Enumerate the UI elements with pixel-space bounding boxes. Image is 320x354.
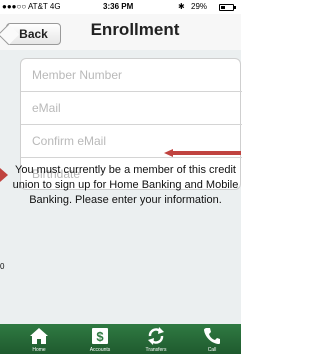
tab-home-label: Home: [32, 347, 46, 353]
edge-fragment: 0: [0, 262, 5, 271]
phone-icon: [204, 328, 220, 344]
dollar-icon: $: [92, 328, 108, 344]
tab-home[interactable]: Home: [14, 324, 64, 354]
battery-percent: 29%: [191, 2, 208, 11]
status-bar: ●●●○○ AT&T 4G 3:36 PM ✱ 29%: [0, 0, 241, 14]
tab-accounts-label: Accounts: [89, 347, 111, 353]
status-time: 3:36 PM: [103, 2, 134, 11]
bluetooth-icon: ✱: [178, 2, 185, 11]
tab-bar: Home $ Accounts Transfers Call: [0, 324, 241, 354]
tab-transfers[interactable]: Transfers: [131, 324, 181, 354]
membership-notice: You must currently be a member of this c…: [12, 164, 239, 206]
tab-accounts[interactable]: $ Accounts: [75, 324, 125, 354]
member-number-field[interactable]: Member Number: [21, 59, 242, 92]
battery-icon: [219, 4, 236, 11]
carrier-signal: ●●●○○ AT&T 4G: [2, 2, 61, 11]
email-field[interactable]: eMail: [21, 92, 242, 125]
tab-transfers-label: Transfers: [145, 347, 167, 353]
page-title: Enrollment: [90, 20, 180, 39]
tab-call-label: Call: [207, 347, 217, 353]
svg-text:$: $: [96, 329, 104, 344]
back-button-label: Back: [19, 27, 48, 41]
navigation-bar: Back Enrollment: [0, 14, 241, 50]
annotation-arrow-icon: [164, 149, 241, 157]
back-button[interactable]: Back: [6, 23, 61, 45]
tab-call[interactable]: Call: [187, 324, 237, 354]
annotation-pointer-icon: [0, 168, 8, 182]
enrollment-content: Member Number eMail Confirm eMail Birthd…: [0, 50, 242, 324]
house-icon: [30, 328, 48, 344]
transfer-arrows-icon: [148, 327, 164, 345]
